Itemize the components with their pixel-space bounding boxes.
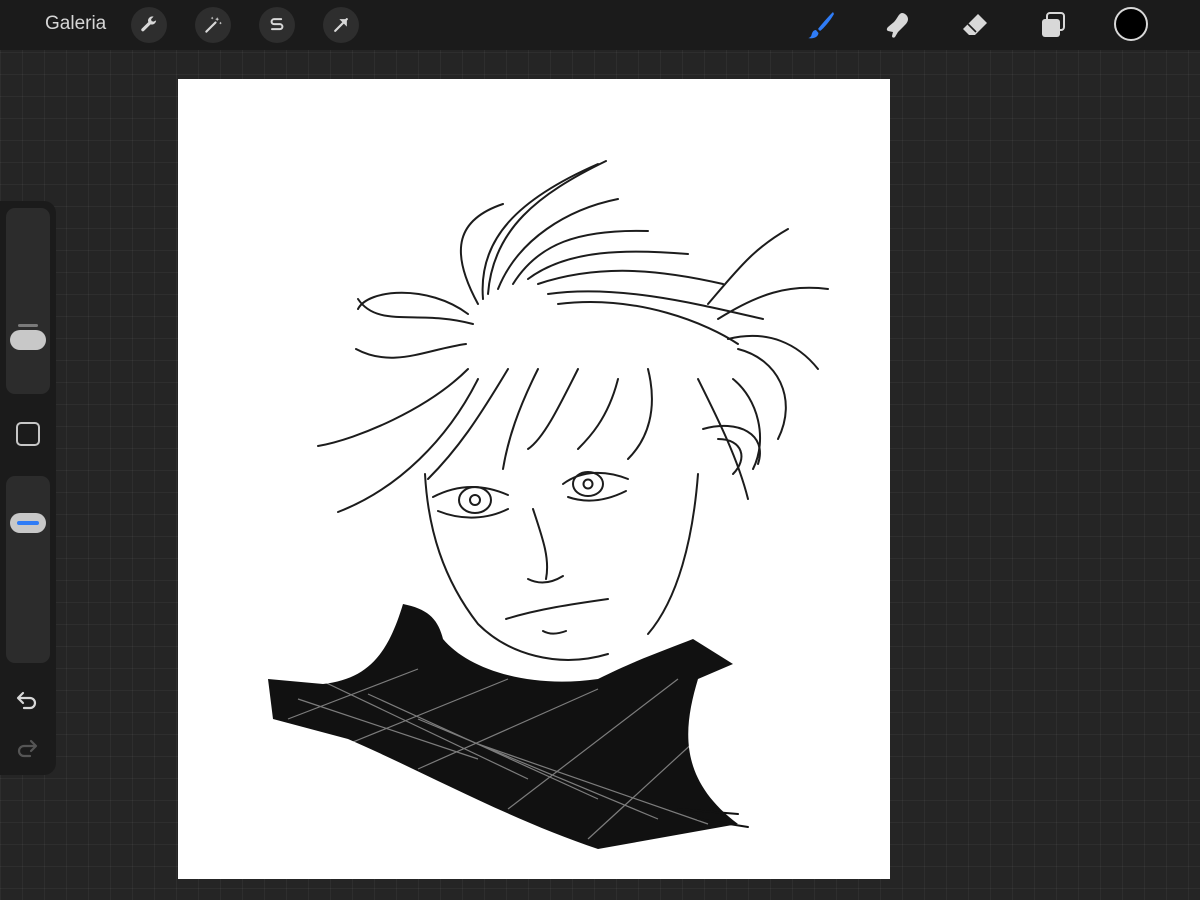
- eraser-tool-button[interactable]: [955, 5, 995, 45]
- drawing-canvas[interactable]: [178, 79, 890, 879]
- redo-button[interactable]: [13, 734, 41, 762]
- modify-button[interactable]: [16, 422, 40, 446]
- selection-button[interactable]: [259, 7, 295, 43]
- left-sidebar: [0, 201, 56, 775]
- actions-button[interactable]: [131, 7, 167, 43]
- layers-button[interactable]: [1033, 5, 1073, 45]
- transform-button[interactable]: [323, 7, 359, 43]
- undo-arrow-icon: [16, 691, 37, 710]
- gallery-button[interactable]: Galeria: [45, 12, 106, 36]
- opacity-thumb[interactable]: [10, 513, 46, 533]
- undo-button[interactable]: [13, 686, 41, 714]
- sketch-artwork: [268, 160, 829, 849]
- brush-tool-button[interactable]: [801, 5, 841, 45]
- smudge-icon: [886, 13, 908, 38]
- brush-size-thumb[interactable]: [10, 330, 46, 350]
- brush-size-slider[interactable]: [6, 208, 50, 394]
- eraser-icon: [963, 14, 987, 35]
- opacity-indicator: [17, 521, 39, 525]
- adjustments-button[interactable]: [195, 7, 231, 43]
- brush-icon: [808, 12, 834, 39]
- arrow-cursor-icon: [334, 18, 348, 32]
- selection-s-icon: [270, 18, 284, 31]
- layers-icon: [1042, 12, 1065, 37]
- magic-wand-icon: [205, 16, 222, 33]
- color-picker-button[interactable]: [1114, 7, 1148, 41]
- smudge-tool-button[interactable]: [878, 5, 918, 45]
- wrench-icon: [141, 16, 157, 32]
- top-toolbar: Galeria: [0, 0, 1200, 50]
- opacity-slider[interactable]: [6, 476, 50, 663]
- brush-size-indicator: [18, 324, 38, 327]
- redo-arrow-icon: [17, 739, 38, 758]
